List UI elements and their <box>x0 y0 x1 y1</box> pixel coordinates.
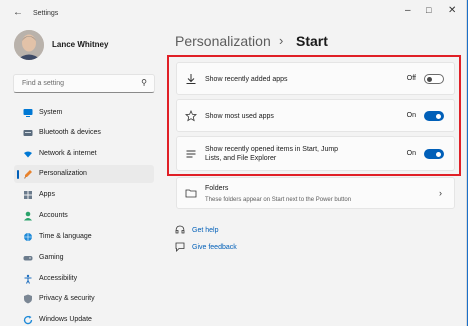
maximize-icon[interactable]: □ <box>426 5 431 15</box>
chevron-right-icon: › <box>439 188 442 198</box>
breadcrumb-parent[interactable]: Personalization <box>175 33 271 49</box>
gamepad-icon <box>23 253 33 263</box>
brush-icon <box>23 169 33 179</box>
apps-icon <box>23 190 33 200</box>
bluetooth-icon <box>23 128 33 138</box>
sidebar-item-label: Bluetooth & devices <box>39 129 101 136</box>
search-input[interactable]: Find a setting ⚲ <box>13 74 155 93</box>
folders-subtitle: These folders appear on Start next to th… <box>205 197 352 203</box>
sidebar-item-label: Accessibility <box>39 275 78 282</box>
globe-icon <box>23 232 33 242</box>
feedback-icon <box>175 242 185 254</box>
sidebar-item-label: Personalization <box>39 170 87 177</box>
sidebar-item-label: Apps <box>39 191 55 198</box>
monitor-icon <box>23 108 33 118</box>
sidebar-item-gaming[interactable]: Gaming <box>14 249 154 267</box>
minimize-icon[interactable]: – <box>405 5 411 16</box>
help-icon <box>175 225 185 237</box>
avatar[interactable] <box>14 30 44 60</box>
shield-icon <box>23 294 33 304</box>
folders-row[interactable]: Folders These folders appear on Start ne… <box>176 177 455 209</box>
sidebar-item-label: Gaming <box>39 254 64 261</box>
sidebar-item-system[interactable]: System <box>14 104 154 122</box>
give-feedback-link[interactable]: Give feedback <box>192 244 237 251</box>
user-name: Lance Whitney <box>52 40 109 49</box>
sidebar-item-label: Privacy & security <box>39 295 95 302</box>
sidebar-item-label: Time & language <box>39 233 92 240</box>
sidebar-item-windows-update[interactable]: Windows Update <box>14 311 154 326</box>
update-icon <box>23 315 33 325</box>
sidebar-item-time-language[interactable]: Time & language <box>14 228 154 246</box>
close-icon[interactable]: ✕ <box>448 5 456 16</box>
folders-title: Folders <box>205 185 229 192</box>
sidebar-item-accessibility[interactable]: Accessibility <box>14 270 154 288</box>
accessibility-icon <box>23 274 33 284</box>
sidebar-item-network[interactable]: Network & internet <box>14 145 154 163</box>
sidebar-item-apps[interactable]: Apps <box>14 186 154 204</box>
sidebar-item-bluetooth[interactable]: Bluetooth & devices <box>14 124 154 142</box>
sidebar-item-label: System <box>39 109 63 116</box>
breadcrumb-separator: › <box>279 33 284 48</box>
back-arrow-icon[interactable]: ← <box>13 7 23 18</box>
sidebar-item-personalization[interactable]: Personalization <box>14 165 154 183</box>
folder-icon <box>185 187 197 199</box>
sidebar-item-label: Windows Update <box>39 316 92 323</box>
get-help-link[interactable]: Get help <box>192 227 218 234</box>
search-placeholder: Find a setting <box>22 80 65 87</box>
sidebar-item-accounts[interactable]: Accounts <box>14 207 154 225</box>
person-icon <box>23 211 33 221</box>
sidebar-item-privacy[interactable]: Privacy & security <box>14 290 154 308</box>
search-icon[interactable]: ⚲ <box>141 78 147 87</box>
wifi-icon <box>23 149 33 159</box>
page-title: Start <box>296 33 328 49</box>
settings-window: ← Settings – □ ✕ Lance Whitney Find a se… <box>0 0 467 326</box>
highlight-box <box>167 55 461 176</box>
window-title: Settings <box>33 10 59 17</box>
sidebar-item-label: Network & internet <box>39 150 97 157</box>
sidebar-item-label: Accounts <box>39 212 68 219</box>
selection-indicator <box>17 170 19 179</box>
title-bar: ← Settings – □ ✕ <box>0 0 466 26</box>
